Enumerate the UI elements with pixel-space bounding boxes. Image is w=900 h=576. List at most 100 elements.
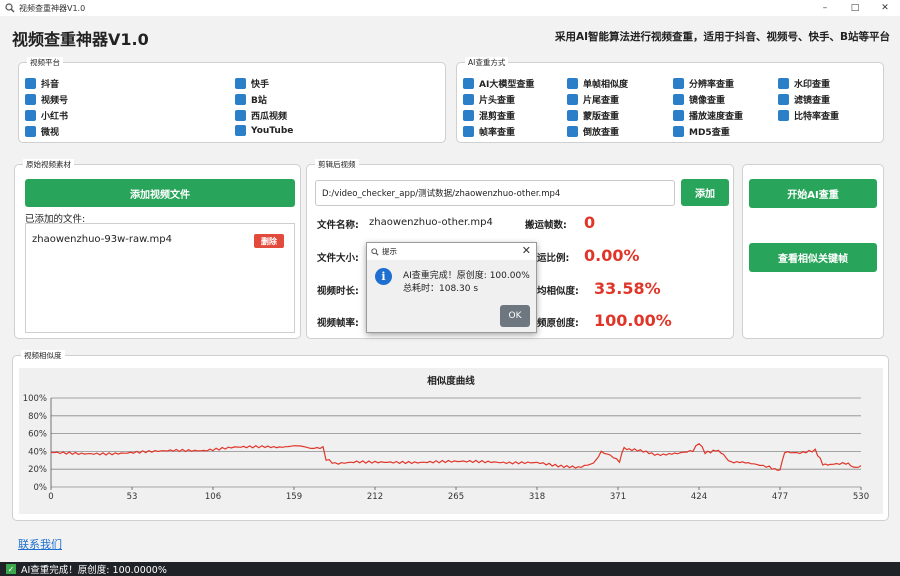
chart-title: 相似度曲线 <box>427 375 475 387</box>
x-tick-label: 106 <box>205 492 221 502</box>
method-checkbox[interactable]: 片头查重 <box>463 93 515 106</box>
checkbox-icon <box>25 94 36 105</box>
platform-checkbox-weishi[interactable]: 微视 <box>25 125 59 138</box>
x-tick-label: 265 <box>448 492 464 502</box>
tagline: 采用AI智能算法进行视频查重，适用于抖音、视频号、快手、B站等平台 <box>554 31 890 43</box>
x-tick-label: 53 <box>127 492 138 502</box>
method-group: AI查重方式 AI大模型查重 单帧相似度 分辨率查重 水印查重 片头查重 片尾查… <box>456 57 884 143</box>
checkbox-icon <box>235 94 246 105</box>
method-checkbox[interactable]: 镜像查重 <box>673 93 725 106</box>
similarity-group-label: 视频相似度 <box>21 350 65 361</box>
close-window-button[interactable]: ✕ <box>870 0 900 16</box>
dialog-message-line1: AI查重完成！原创度: 100.00% <box>403 271 530 281</box>
checkbox-icon <box>463 94 474 105</box>
method-checkbox[interactable]: 帧率查重 <box>463 125 515 138</box>
y-tick-label: 0% <box>34 483 48 493</box>
platform-checkbox-xiaohongshu[interactable]: 小红书 <box>25 109 68 122</box>
checkbox-icon <box>463 78 474 89</box>
y-tick-label: 40% <box>28 447 47 457</box>
checkbox-icon <box>463 110 474 121</box>
file-name-label: 文件名称: <box>317 220 359 231</box>
check-icon: ✓ <box>6 564 16 574</box>
platform-checkbox-shipinhao[interactable]: 视频号 <box>25 93 68 106</box>
checkbox-icon <box>463 126 474 137</box>
duration-label: 视频时长: <box>317 286 359 297</box>
app-icon <box>5 3 15 13</box>
checkbox-icon <box>235 125 246 136</box>
moved-ratio-value: 0.00% <box>584 246 640 265</box>
similarity-series-line <box>50 443 862 471</box>
file-list: zhaowenzhuo-93w-raw.mp4 删除 <box>25 223 295 333</box>
method-checkbox[interactable]: 倒放查重 <box>567 125 619 138</box>
x-tick-label: 371 <box>610 492 626 502</box>
method-checkbox[interactable]: 水印查重 <box>778 77 830 90</box>
checkbox-icon <box>673 78 684 89</box>
action-group: 开始AI查重 查看相似关键帧 <box>742 164 884 339</box>
x-tick-label: 0 <box>48 492 53 502</box>
platform-checkbox-bilibili[interactable]: B站 <box>235 93 267 106</box>
method-checkbox[interactable]: 比特率查重 <box>778 109 839 122</box>
x-tick-label: 318 <box>529 492 545 502</box>
checkbox-icon <box>235 110 246 121</box>
window-title: 视频查重神器V1.0 <box>19 3 86 13</box>
checkbox-icon <box>25 78 36 89</box>
method-checkbox[interactable]: 蒙版查重 <box>567 109 619 122</box>
edited-video-group-label: 剪辑后视频 <box>315 159 359 170</box>
x-tick-label: 530 <box>853 492 869 502</box>
maximize-button[interactable]: □ <box>840 0 870 16</box>
edited-video-path-input[interactable]: D:/video_checker_app/测试数据/zhaowenzhuo-ot… <box>315 180 675 206</box>
checkbox-icon <box>778 94 789 105</box>
add-edited-video-button[interactable]: 添加 <box>681 179 729 206</box>
avg-similarity-value: 33.58% <box>594 279 661 298</box>
method-checkbox[interactable]: 滤镜查重 <box>778 93 830 106</box>
platform-group-label: 视频平台 <box>27 57 63 68</box>
app-title: 视频查重神器V1.0 <box>12 30 149 49</box>
method-checkbox[interactable]: AI大模型查重 <box>463 77 534 90</box>
platform-checkbox-youtube[interactable]: YouTube <box>235 125 293 136</box>
start-check-button[interactable]: 开始AI查重 <box>749 179 877 208</box>
platform-group: 视频平台 抖音 快手 视频号 B站 小红书 西瓜视频 微视 YouTube <box>18 57 446 143</box>
statusbar: ✓ AI查重完成！原创度: 100.0000% <box>0 562 900 576</box>
checkbox-icon <box>567 126 578 137</box>
dialog-app-icon <box>371 247 379 256</box>
header: 视频查重神器V1.0 采用AI智能算法进行视频查重，适用于抖音、视频号、快手、B… <box>0 16 900 56</box>
method-group-label: AI查重方式 <box>465 57 509 68</box>
status-text: AI查重完成！原创度: 100.0000% <box>21 565 167 576</box>
checkbox-icon <box>567 94 578 105</box>
method-checkbox[interactable]: MD5查重 <box>673 125 730 138</box>
checkbox-icon <box>778 110 789 121</box>
checkbox-icon <box>673 94 684 105</box>
platform-checkbox-kuaishou[interactable]: 快手 <box>235 77 269 90</box>
y-tick-label: 80% <box>28 412 47 422</box>
minimize-button[interactable]: – <box>810 0 840 16</box>
file-name-value: zhaowenzhuo-other.mp4 <box>369 217 493 228</box>
add-source-video-button[interactable]: 添加视频文件 <box>25 179 295 207</box>
x-tick-label: 212 <box>367 492 383 502</box>
checkbox-icon <box>567 78 578 89</box>
dialog-message-line2: 总耗时：108.30 s <box>403 284 479 294</box>
contact-link[interactable]: 联系我们 <box>18 536 62 552</box>
source-video-group: 原始视频素材 添加视频文件 已添加的文件: zhaowenzhuo-93w-ra… <box>14 159 301 339</box>
similarity-chart-svg: 相似度曲线 0% 20% 40% 60% 80% 100% 0 53 106 159 212 265 31… <box>23 375 869 502</box>
method-checkbox[interactable]: 片尾查重 <box>567 93 619 106</box>
method-checkbox[interactable]: 混剪查重 <box>463 109 515 122</box>
method-checkbox[interactable]: 单帧相似度 <box>567 77 628 90</box>
method-checkbox[interactable]: 播放速度查重 <box>673 109 743 122</box>
result-dialog: 提示 ✕ i AI查重完成！原创度: 100.00% 总耗时：108.30 s … <box>366 242 537 333</box>
x-tick-label: 477 <box>772 492 788 502</box>
method-checkbox[interactable]: 分辨率查重 <box>673 77 734 90</box>
dialog-close-button[interactable]: ✕ <box>522 244 531 257</box>
file-size-label: 文件大小: <box>317 253 359 264</box>
view-keyframes-button[interactable]: 查看相似关键帧 <box>749 243 877 272</box>
platform-checkbox-xigua[interactable]: 西瓜视频 <box>235 109 287 122</box>
dialog-ok-button[interactable]: OK <box>500 305 530 327</box>
platform-checkbox-douyin[interactable]: 抖音 <box>25 77 59 90</box>
delete-file-button[interactable]: 删除 <box>254 234 284 248</box>
checkbox-icon <box>235 78 246 89</box>
file-list-item[interactable]: zhaowenzhuo-93w-raw.mp4 <box>32 234 172 245</box>
similarity-group: 视频相似度 相似度曲线 0% 20% 40% 60% 80% 100% 0 53 106 159 21… <box>12 350 889 521</box>
source-video-group-label: 原始视频素材 <box>23 159 74 170</box>
moved-ratio-label: 运比例: <box>537 253 570 264</box>
avg-similarity-label: 均相似度: <box>537 286 579 297</box>
originality-value: 100.00% <box>594 311 672 330</box>
